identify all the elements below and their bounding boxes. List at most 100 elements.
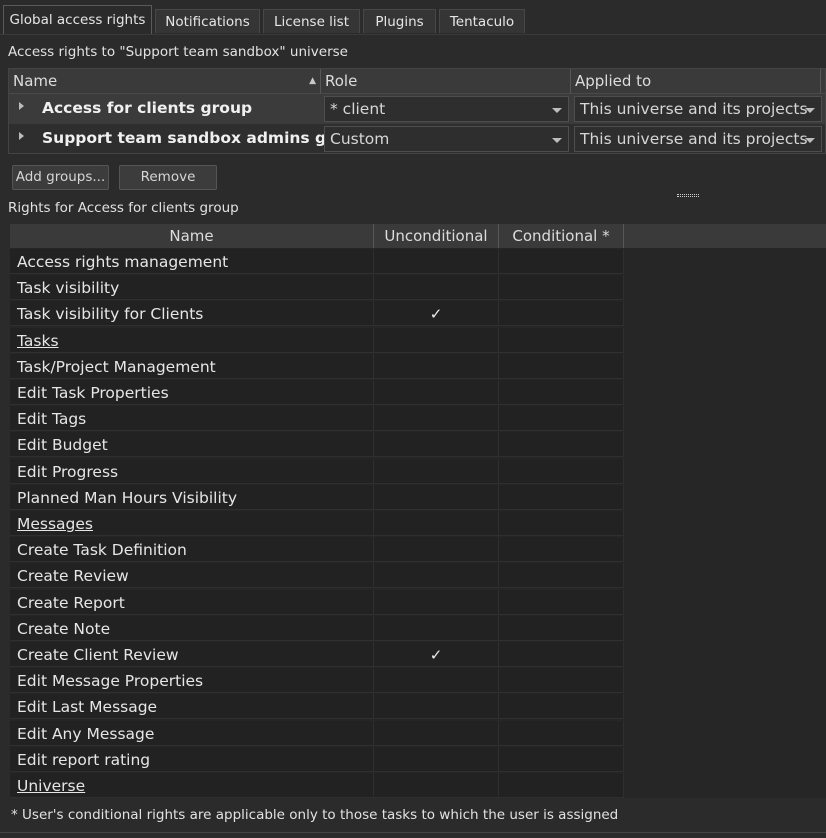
- column-header-unconditional[interactable]: Unconditional: [374, 224, 499, 248]
- unconditional-checkbox-cell[interactable]: [374, 432, 499, 458]
- unconditional-checkbox-cell[interactable]: [374, 563, 499, 589]
- rights-row[interactable]: Edit Any Message: [10, 720, 624, 747]
- right-name-cell: Edit report rating: [10, 746, 374, 772]
- right-label: Planned Man Hours Visibility: [17, 488, 238, 507]
- conditional-checkbox-cell[interactable]: [499, 563, 624, 589]
- conditional-checkbox-cell[interactable]: [499, 249, 624, 274]
- rights-row[interactable]: Edit Tags: [10, 406, 624, 432]
- rights-row[interactable]: Edit Message Properties: [10, 668, 624, 694]
- rights-row[interactable]: Create Review: [10, 563, 624, 589]
- tab-global-access-rights[interactable]: Global access rights: [3, 5, 152, 34]
- column-header-conditional[interactable]: Conditional *: [499, 224, 624, 248]
- unconditional-checkbox-cell[interactable]: [374, 537, 499, 563]
- role-dropdown[interactable]: * client: [324, 96, 569, 122]
- right-name-cell: Messages: [10, 511, 374, 536]
- group-name: Access for clients group: [42, 99, 253, 117]
- unconditional-checkbox-cell[interactable]: [374, 746, 499, 772]
- unconditional-checkbox-cell[interactable]: [374, 668, 499, 694]
- rights-row[interactable]: Edit Last Message: [10, 694, 624, 720]
- right-label: Create Task Definition: [17, 541, 187, 560]
- rights-row[interactable]: Messages: [10, 511, 624, 537]
- conditional-checkbox-cell[interactable]: [499, 301, 624, 327]
- tab-bar: Global access rights Notifications Licen…: [0, 0, 826, 35]
- conditional-checkbox-cell[interactable]: [499, 432, 624, 458]
- conditional-checkbox-cell[interactable]: [499, 694, 624, 720]
- right-name-cell: Edit Last Message: [10, 694, 374, 720]
- unconditional-checkbox-cell[interactable]: ✓: [374, 301, 499, 327]
- right-label: Create Note: [17, 619, 111, 638]
- column-header-applied-to[interactable]: Applied to: [571, 69, 821, 93]
- tab-tentaculo[interactable]: Tentaculo: [439, 9, 525, 33]
- rights-row[interactable]: Task visibility for Clients ✓: [10, 301, 624, 327]
- conditional-checkbox-cell[interactable]: [499, 353, 624, 379]
- unconditional-checkbox-cell[interactable]: [374, 773, 499, 798]
- tab-notifications[interactable]: Notifications: [155, 9, 260, 33]
- chevron-down-icon: [805, 108, 815, 113]
- unconditional-checkbox-cell[interactable]: [374, 694, 499, 720]
- unconditional-checkbox-cell[interactable]: [374, 511, 499, 536]
- conditional-checkbox-cell[interactable]: [499, 484, 624, 510]
- conditional-checkbox-cell[interactable]: [499, 275, 624, 301]
- unconditional-checkbox-cell[interactable]: [374, 353, 499, 379]
- right-label: Task/Project Management: [17, 357, 216, 376]
- rights-row[interactable]: Create Report: [10, 589, 624, 616]
- sort-ascending-icon: ▲: [309, 76, 316, 86]
- rights-row[interactable]: Create Note: [10, 615, 624, 642]
- column-header-role[interactable]: Role: [321, 69, 571, 93]
- unconditional-checkbox-cell[interactable]: [374, 406, 499, 432]
- conditional-checkbox-cell[interactable]: [499, 773, 624, 798]
- rights-row[interactable]: Edit Progress: [10, 458, 624, 485]
- rights-row[interactable]: Create Client Review ✓: [10, 642, 624, 668]
- unconditional-checkbox-cell[interactable]: [374, 720, 499, 746]
- conditional-checkbox-cell[interactable]: [499, 537, 624, 563]
- unconditional-checkbox-cell[interactable]: [374, 615, 499, 641]
- conditional-checkbox-cell[interactable]: [499, 327, 624, 353]
- conditional-checkbox-cell[interactable]: [499, 458, 624, 484]
- access-caption: Access rights to "Support team sandbox" …: [8, 44, 348, 60]
- conditional-checkbox-cell[interactable]: [499, 511, 624, 536]
- rights-row[interactable]: Planned Man Hours Visibility: [10, 484, 624, 511]
- tab-plugins[interactable]: Plugins: [363, 9, 436, 33]
- unconditional-checkbox-cell[interactable]: [374, 327, 499, 353]
- group-row[interactable]: Support team sandbox admins group Custom…: [9, 124, 825, 153]
- column-header-right-name[interactable]: Name: [10, 224, 374, 248]
- expand-arrow-icon[interactable]: [19, 132, 24, 140]
- unconditional-checkbox-cell[interactable]: [374, 380, 499, 405]
- unconditional-checkbox-cell[interactable]: ✓: [374, 642, 499, 667]
- applied-to-dropdown[interactable]: This universe and its projects: [574, 96, 822, 122]
- applied-to-dropdown[interactable]: This universe and its projects: [574, 126, 822, 152]
- rights-row[interactable]: Create Task Definition: [10, 537, 624, 563]
- unconditional-checkbox-cell[interactable]: [374, 589, 499, 615]
- conditional-checkbox-cell[interactable]: [499, 720, 624, 746]
- unconditional-checkbox-cell[interactable]: [374, 249, 499, 274]
- remove-button[interactable]: Remove: [119, 165, 217, 190]
- rights-row[interactable]: Edit Budget: [10, 432, 624, 458]
- rights-row[interactable]: Task/Project Management: [10, 353, 624, 380]
- expand-arrow-icon[interactable]: [19, 102, 24, 110]
- conditional-checkbox-cell[interactable]: [499, 642, 624, 667]
- unconditional-checkbox-cell[interactable]: [374, 458, 499, 484]
- conditional-checkbox-cell[interactable]: [499, 589, 624, 615]
- tab-license-list[interactable]: License list: [263, 9, 360, 33]
- unconditional-checkbox-cell[interactable]: [374, 275, 499, 301]
- checkmark-icon: ✓: [429, 646, 443, 664]
- rights-row[interactable]: Access rights management: [10, 249, 624, 275]
- unconditional-checkbox-cell[interactable]: [374, 484, 499, 510]
- right-name-cell: Edit Task Properties: [10, 380, 374, 405]
- rights-row[interactable]: Edit report rating: [10, 746, 624, 773]
- conditional-checkbox-cell[interactable]: [499, 615, 624, 641]
- add-groups-button[interactable]: Add groups...: [12, 165, 109, 190]
- right-name-cell: Edit Progress: [10, 458, 374, 484]
- rights-row[interactable]: Edit Task Properties: [10, 380, 624, 406]
- group-row[interactable]: Access for clients group * client This u…: [9, 94, 825, 124]
- conditional-checkbox-cell[interactable]: [499, 380, 624, 405]
- rights-row[interactable]: Universe: [10, 773, 624, 798]
- column-header-name[interactable]: Name ▲: [9, 69, 321, 93]
- conditional-checkbox-cell[interactable]: [499, 406, 624, 432]
- conditional-checkbox-cell[interactable]: [499, 746, 624, 772]
- conditional-checkbox-cell[interactable]: [499, 668, 624, 694]
- rights-row[interactable]: Task visibility: [10, 275, 624, 301]
- rights-row[interactable]: Tasks: [10, 327, 624, 354]
- role-dropdown[interactable]: Custom: [324, 126, 569, 152]
- splitter-handle[interactable]: [677, 194, 699, 197]
